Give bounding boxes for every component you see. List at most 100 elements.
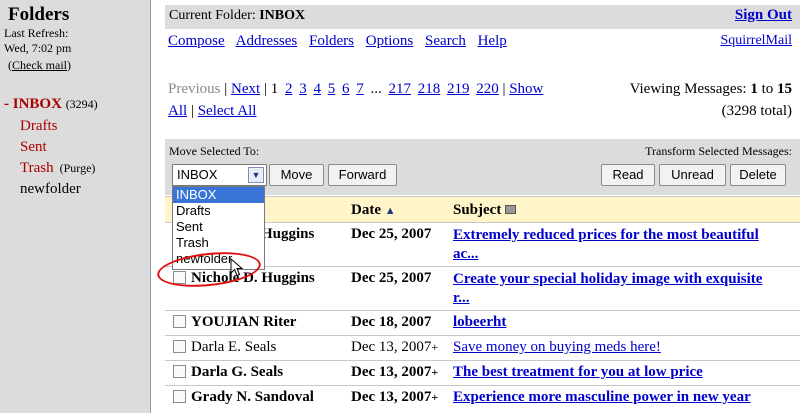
sign-out-link[interactable]: Sign Out xyxy=(735,7,792,24)
viewing-label: Viewing Messages: xyxy=(629,81,747,97)
subject-link-cont[interactable]: r... xyxy=(453,290,470,306)
dropdown-option-trash[interactable]: Trash xyxy=(173,235,264,251)
pagination-line-2: All | Select All xyxy=(168,103,257,119)
dropdown-option-sent[interactable]: Sent xyxy=(173,219,264,235)
row-checkbox[interactable] xyxy=(173,315,186,328)
show-all-link[interactable]: All xyxy=(168,103,187,119)
subject-link-cont[interactable]: ac... xyxy=(453,246,478,262)
table-row[interactable]: YOUJIAN Riter Dec 18, 2007 lobeerht xyxy=(165,310,800,335)
message-subject[interactable]: The best treatment for you at low price xyxy=(453,364,703,381)
page-link[interactable]: 6 xyxy=(342,81,350,97)
message-date: Dec 13, 2007+ xyxy=(351,389,438,406)
message-from: YOUJIAN Riter xyxy=(173,314,296,331)
row-checkbox[interactable] xyxy=(173,340,186,353)
viewing-messages: Viewing Messages: 1 to 15 (3298 total) xyxy=(630,78,792,122)
last-refresh-time: Wed, 7:02 pm xyxy=(4,41,72,55)
folder-label[interactable]: INBOX xyxy=(13,96,62,112)
page-link[interactable]: 2 xyxy=(285,81,293,97)
nav-folders[interactable]: Folders xyxy=(309,33,354,49)
check-mail-link[interactable]: Check mail xyxy=(12,58,67,72)
message-subject[interactable]: Save money on buying meds here! xyxy=(453,339,661,356)
folder-item-drafts[interactable]: Drafts xyxy=(20,118,58,135)
nav-options[interactable]: Options xyxy=(366,33,414,49)
message-date: Dec 18, 2007 xyxy=(351,314,432,330)
message-subject[interactable]: Extremely reduced prices for the most be… xyxy=(453,226,759,264)
folder-label[interactable]: Sent xyxy=(20,139,47,155)
message-subject[interactable]: Experience more masculine power in new y… xyxy=(453,389,751,406)
current-folder-bar: Current Folder: INBOX Sign Out xyxy=(165,5,800,29)
page-link[interactable]: 217 xyxy=(388,81,411,97)
delete-button[interactable]: Delete xyxy=(730,164,786,186)
read-button[interactable]: Read xyxy=(601,164,655,186)
page-link[interactable]: 219 xyxy=(447,81,470,97)
table-row[interactable]: Darla E. Seals Dec 13, 2007+ Save money … xyxy=(165,335,800,360)
subject-link[interactable]: Extremely reduced prices for the most be… xyxy=(453,227,759,243)
page-link[interactable]: 218 xyxy=(418,81,441,97)
from-text: Grady N. Sandoval xyxy=(191,389,314,405)
message-subject[interactable]: lobeerht xyxy=(453,314,506,331)
row-checkbox[interactable] xyxy=(173,390,186,403)
date-column-header[interactable]: Date ▲ xyxy=(351,202,396,219)
current-page: 1 xyxy=(270,81,279,97)
sort-up-icon[interactable]: ▲ xyxy=(385,205,396,217)
table-row[interactable]: Grady N. Sandoval Dec 13, 2007+ Experien… xyxy=(165,385,800,413)
subject-link[interactable]: lobeerht xyxy=(453,314,506,330)
subject-link[interactable]: Save money on buying meds here! xyxy=(453,339,661,355)
table-row[interactable]: Nichole D. Huggins Dec 25, 2007 Create y… xyxy=(165,266,800,310)
dropdown-option-drafts[interactable]: Drafts xyxy=(173,203,264,219)
forward-button[interactable]: Forward xyxy=(328,164,397,186)
subject-column-header[interactable]: Subject xyxy=(453,202,517,219)
subject-link[interactable]: The best treatment for you at low price xyxy=(453,364,703,380)
nav-addresses[interactable]: Addresses xyxy=(236,33,298,49)
folder-label[interactable]: newfolder xyxy=(20,181,81,197)
last-refresh-label: Last Refresh: xyxy=(4,26,69,40)
folder-pane: Folders Last Refresh: Wed, 7:02 pm (Chec… xyxy=(0,0,150,413)
select-all-link[interactable]: Select All xyxy=(198,103,257,119)
page-link[interactable]: 5 xyxy=(328,81,336,97)
folder-prefix: - xyxy=(4,96,13,112)
subject-header-label[interactable]: Subject xyxy=(453,202,501,218)
folder-item-inbox[interactable]: - INBOX (3294) xyxy=(4,96,98,113)
page-link[interactable]: 220 xyxy=(476,81,499,97)
show-link[interactable]: Show xyxy=(509,81,543,97)
current-folder-label: Current Folder: xyxy=(169,8,256,23)
main-nav: Compose Addresses Folders Options Search… xyxy=(168,33,515,50)
folder-item-sent[interactable]: Sent xyxy=(20,139,47,156)
date-text: Dec 13, 2007 xyxy=(351,339,432,355)
current-folder: Current Folder: INBOX xyxy=(169,8,305,24)
move-button[interactable]: Move xyxy=(269,164,324,186)
nav-compose[interactable]: Compose xyxy=(168,33,225,49)
squirrelmail-link[interactable]: SquirrelMail xyxy=(720,33,792,48)
frame-divider[interactable] xyxy=(150,0,158,413)
page-link[interactable]: 7 xyxy=(356,81,364,97)
folder-item-newfolder[interactable]: newfolder xyxy=(20,181,81,198)
date-header-label[interactable]: Date xyxy=(351,202,381,218)
message-date: Dec 13, 2007+ xyxy=(351,339,438,356)
viewing-from: 1 xyxy=(750,81,758,97)
chevron-down-icon[interactable]: ▼ xyxy=(248,167,264,183)
date-text: Dec 13, 2007 xyxy=(351,364,432,380)
last-refresh: Last Refresh: Wed, 7:02 pm xyxy=(4,26,71,56)
move-folder-select[interactable]: INBOX ▼ xyxy=(172,164,267,186)
dropdown-option-inbox[interactable]: INBOX xyxy=(173,187,264,203)
message-subject[interactable]: Create your special holiday image with e… xyxy=(453,270,762,308)
nav-help[interactable]: Help xyxy=(478,33,507,49)
page-link[interactable]: 4 xyxy=(313,81,321,97)
from-text: Darla G. Seals xyxy=(191,364,284,380)
page-link[interactable]: 3 xyxy=(299,81,307,97)
sort-toggle-icon[interactable] xyxy=(505,205,517,214)
message-from: Grady N. Sandoval xyxy=(173,389,314,406)
subject-link[interactable]: Create your special holiday image with e… xyxy=(453,271,762,287)
folder-item-trash[interactable]: Trash (Purge) xyxy=(20,160,95,177)
folder-label[interactable]: Drafts xyxy=(20,118,58,134)
pagination-ellipsis: ... xyxy=(370,81,382,97)
nav-search[interactable]: Search xyxy=(425,33,466,49)
folder-label[interactable]: Trash xyxy=(20,160,54,176)
subject-link[interactable]: Experience more masculine power in new y… xyxy=(453,389,751,405)
table-row[interactable]: Darla G. Seals Dec 13, 2007+ The best tr… xyxy=(165,360,800,385)
check-mail: (Check mail) xyxy=(8,58,71,72)
row-checkbox[interactable] xyxy=(173,365,186,378)
next-page-link[interactable]: Next xyxy=(231,81,260,97)
purge-link[interactable]: (Purge) xyxy=(60,161,96,175)
unread-button[interactable]: Unread xyxy=(659,164,726,186)
